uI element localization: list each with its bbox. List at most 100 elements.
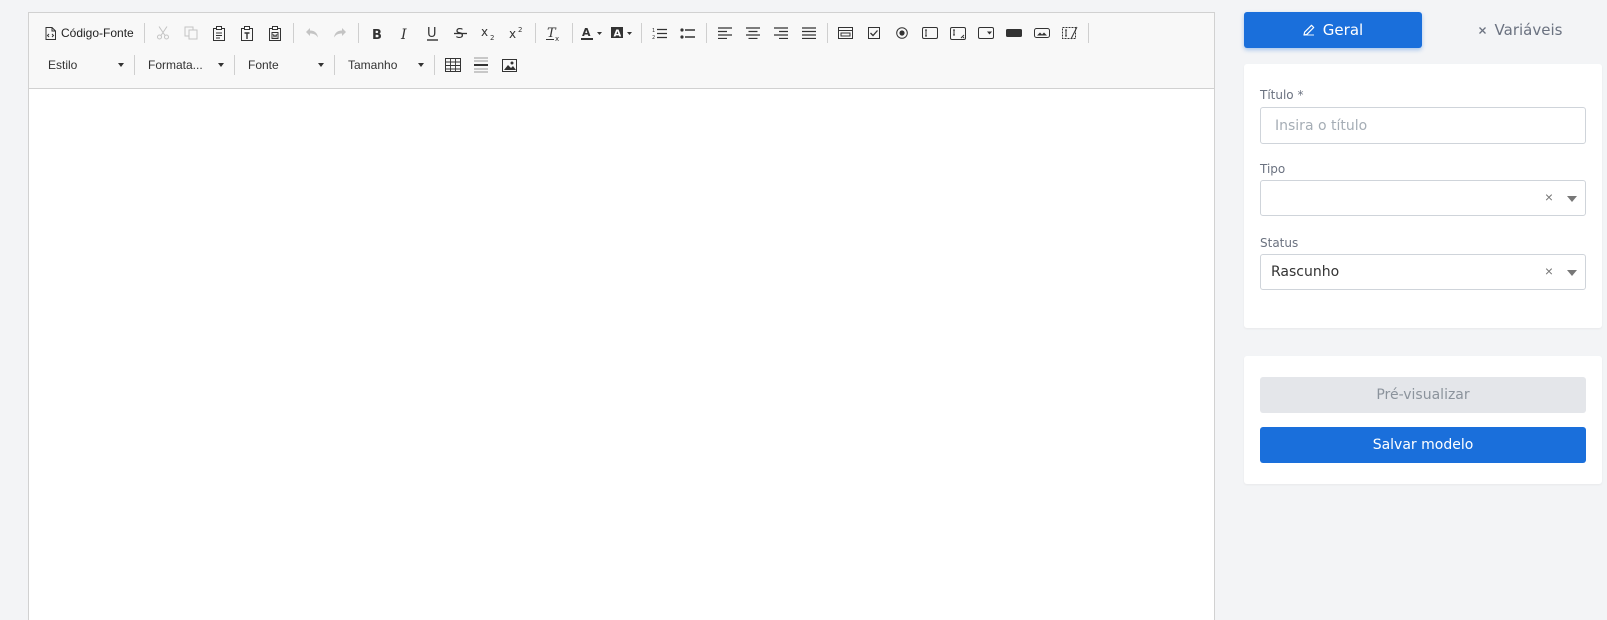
clipboard-word-icon <box>268 25 281 41</box>
toolbar-separator <box>640 23 642 43</box>
paste-text-button[interactable] <box>233 20 261 46</box>
svg-text:x: x <box>509 27 516 40</box>
copy-button[interactable] <box>177 20 205 46</box>
textarea-icon <box>949 26 966 40</box>
bold-button[interactable]: B <box>363 20 391 46</box>
title-label: Título * <box>1260 88 1304 102</box>
paste-button[interactable] <box>205 20 233 46</box>
strikethrough-button[interactable]: S <box>447 20 475 46</box>
text-field-button[interactable] <box>916 20 944 46</box>
button-element-icon <box>1005 29 1022 37</box>
redo-icon <box>333 28 346 38</box>
subscript-button[interactable]: x2 <box>475 20 503 46</box>
editor-toolbar: Código-Fonte B I U S x 2 x 2 T x A A 1 2… <box>29 13 1214 89</box>
actions-card: Pré-visualizar Salvar modelo <box>1244 356 1602 484</box>
undo-icon <box>305 28 318 38</box>
source-code-label: Código-Fonte <box>61 26 134 40</box>
align-justify-button[interactable] <box>795 20 823 46</box>
chevron-down-icon[interactable] <box>1567 196 1577 202</box>
undo-button[interactable] <box>298 20 326 46</box>
hidden-field-icon <box>1061 26 1078 40</box>
status-select[interactable]: Rascunho × <box>1260 254 1586 290</box>
strikethrough-icon: S <box>454 27 468 40</box>
bulleted-list-icon <box>680 27 696 39</box>
type-clear-icon[interactable]: × <box>1545 189 1553 205</box>
scissors-icon <box>156 26 169 40</box>
style-combo[interactable]: Estilo <box>39 52 130 78</box>
size-combo[interactable]: Tamanho <box>339 52 430 78</box>
rich-text-editor: Código-Fonte B I U S x 2 x 2 T x A A 1 2… <box>28 12 1215 620</box>
toolbar-row-2: Estilo Formata... Fonte Tamanho <box>39 52 523 78</box>
format-combo[interactable]: Formata... <box>139 52 230 78</box>
toolbar-separator <box>292 23 294 43</box>
status-select-value: Rascunho <box>1271 264 1340 280</box>
numbered-list-button[interactable]: 12 <box>646 20 674 46</box>
source-code-icon <box>45 26 56 40</box>
form-button[interactable] <box>832 20 860 46</box>
checkbox-button[interactable] <box>860 20 888 46</box>
text-color-button[interactable]: A <box>577 20 607 46</box>
text-field-icon <box>921 27 938 39</box>
toolbar-row-1: Código-Fonte B I U S x 2 x 2 T x A A 1 2 <box>39 20 1093 46</box>
superscript-icon: x2 <box>509 26 522 40</box>
underline-icon: U <box>427 26 439 41</box>
hidden-field-button[interactable] <box>1056 20 1084 46</box>
superscript-button[interactable]: x2 <box>503 20 531 46</box>
align-right-button[interactable] <box>767 20 795 46</box>
remove-format-button[interactable]: Tx <box>540 20 568 46</box>
redo-button[interactable] <box>326 20 354 46</box>
save-template-button[interactable]: Salvar modelo <box>1260 427 1586 463</box>
chevron-down-icon[interactable] <box>1567 270 1577 276</box>
paste-word-button[interactable] <box>261 20 289 46</box>
tab-general[interactable]: Geral <box>1244 12 1422 48</box>
subscript-icon: x2 <box>481 26 494 40</box>
toolbar-separator <box>234 55 235 75</box>
pencil-icon <box>1303 24 1315 36</box>
underline-button[interactable]: U <box>419 20 447 46</box>
clear-formatting-icon: Tx <box>545 26 559 41</box>
editor-content-area[interactable] <box>29 90 1214 620</box>
svg-text:1: 1 <box>652 28 655 34</box>
size-combo-label: Tamanho <box>348 58 398 72</box>
horizontal-line-icon <box>474 57 488 73</box>
image-button[interactable] <box>495 52 523 78</box>
tab-variables[interactable]: Variáveis <box>1440 12 1600 48</box>
title-input[interactable] <box>1260 107 1586 144</box>
bulleted-list-button[interactable] <box>674 20 702 46</box>
format-combo-label: Formata... <box>148 58 203 72</box>
type-select[interactable]: × <box>1260 180 1586 216</box>
align-left-button[interactable] <box>711 20 739 46</box>
font-combo[interactable]: Fonte <box>239 52 330 78</box>
chevron-down-icon <box>418 63 424 67</box>
tab-variables-label: Variáveis <box>1494 21 1563 39</box>
cut-button[interactable] <box>149 20 177 46</box>
checkbox-icon <box>867 27 880 39</box>
text-color-icon: A <box>580 26 602 40</box>
table-button[interactable] <box>439 52 467 78</box>
image-button-button[interactable] <box>1028 20 1056 46</box>
horizontal-line-button[interactable] <box>467 52 495 78</box>
status-clear-icon[interactable]: × <box>1545 263 1553 279</box>
radio-icon <box>895 27 908 39</box>
align-right-icon <box>773 27 788 39</box>
toolbar-separator <box>434 55 435 75</box>
select-field-button[interactable] <box>972 20 1000 46</box>
button-element-button[interactable] <box>1000 20 1028 46</box>
align-center-button[interactable] <box>739 20 767 46</box>
textarea-button[interactable] <box>944 20 972 46</box>
form-icon <box>838 27 854 39</box>
svg-text:A: A <box>613 28 621 39</box>
italic-button[interactable]: I <box>391 20 419 46</box>
style-combo-label: Estilo <box>48 58 78 72</box>
background-color-button[interactable]: A <box>607 20 637 46</box>
chevron-down-icon <box>318 63 324 67</box>
source-code-button[interactable]: Código-Fonte <box>39 20 140 46</box>
toolbar-separator <box>1087 23 1089 43</box>
radio-button[interactable] <box>888 20 916 46</box>
image-icon <box>501 58 517 72</box>
preview-button[interactable]: Pré-visualizar <box>1260 377 1586 413</box>
toolbar-separator <box>534 23 536 43</box>
toolbar-separator <box>571 23 573 43</box>
chevron-down-icon <box>118 63 124 67</box>
toolbar-separator <box>705 23 707 43</box>
